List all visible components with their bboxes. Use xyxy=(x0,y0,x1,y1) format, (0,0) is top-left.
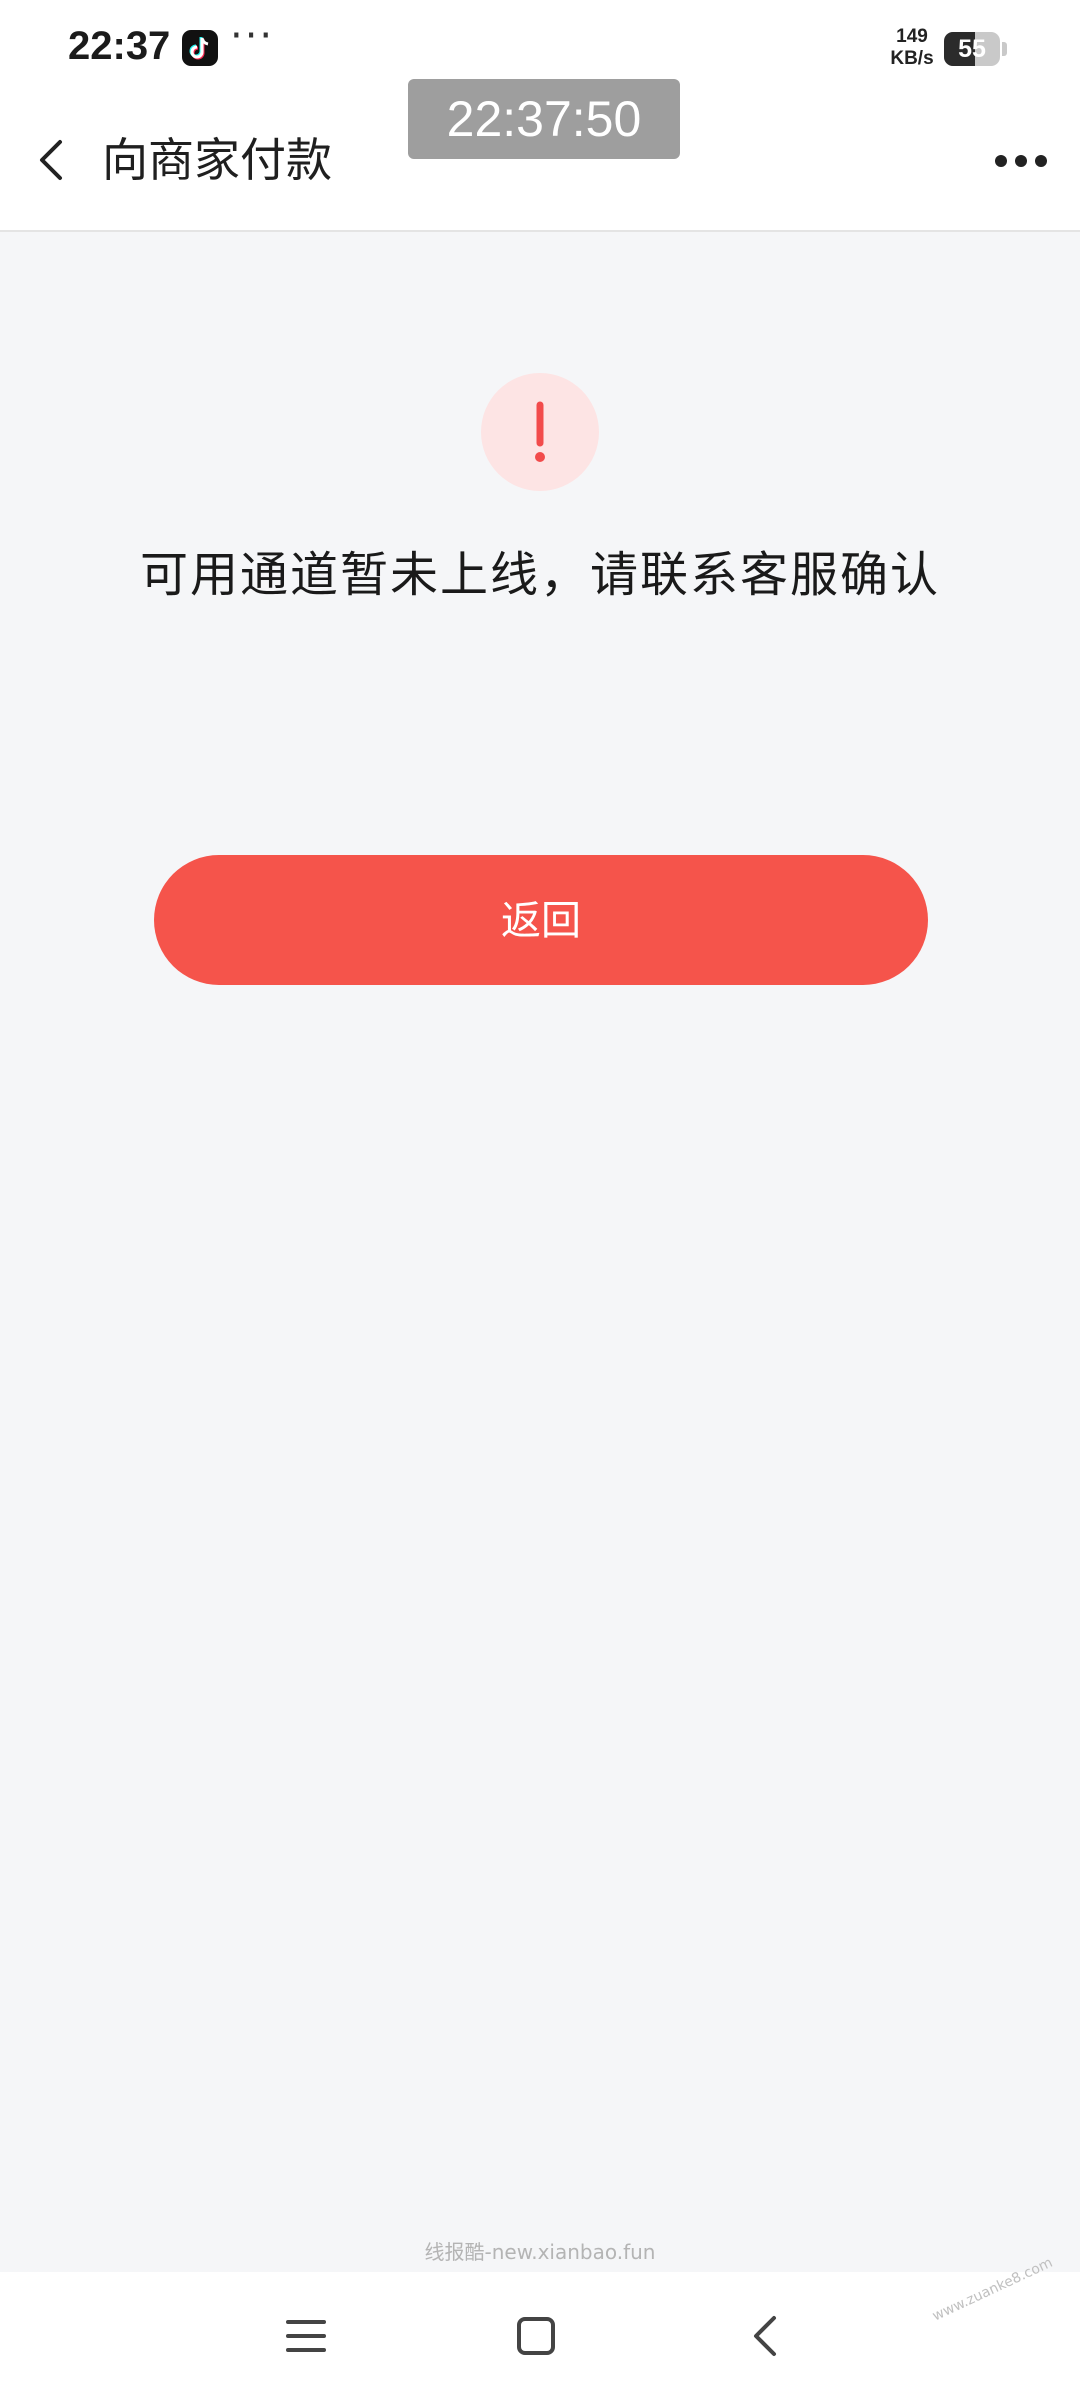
network-speed-unit: KB/s xyxy=(890,48,934,69)
network-speed: 149 KB/s xyxy=(884,26,940,70)
battery-tip xyxy=(1002,42,1007,56)
menu-icon xyxy=(286,2320,326,2352)
chevron-left-icon xyxy=(40,140,62,180)
timer-overlay: 22:37:50 xyxy=(408,79,680,159)
error-message: 可用通道暂未上线，请联系客服确认 xyxy=(139,547,940,603)
more-dots-icon xyxy=(995,155,1047,167)
status-time: 22:37 xyxy=(68,24,171,68)
exclamation-icon xyxy=(535,401,545,462)
back-button[interactable] xyxy=(22,130,82,190)
more-options-button[interactable] xyxy=(986,136,1056,186)
tiktok-icon xyxy=(182,30,218,66)
battery-icon: 55 xyxy=(944,32,1000,66)
nav-home-button[interactable] xyxy=(506,2306,566,2366)
home-square-icon xyxy=(517,2317,555,2355)
back-triangle-icon xyxy=(754,2316,776,2356)
alert-badge xyxy=(481,373,599,491)
nav-menu-button[interactable] xyxy=(276,2306,336,2366)
watermark-text: 线报酷-new.xianbao.fun xyxy=(424,2240,656,2264)
page-title: 向商家付款 xyxy=(102,133,332,187)
battery-level: 55 xyxy=(958,35,986,63)
nav-back-button[interactable] xyxy=(736,2306,796,2366)
system-nav-bar xyxy=(0,2272,1080,2400)
network-speed-value: 149 xyxy=(896,26,928,47)
return-button[interactable]: 返回 xyxy=(154,855,928,985)
status-more-indicator: ··· xyxy=(230,13,275,59)
